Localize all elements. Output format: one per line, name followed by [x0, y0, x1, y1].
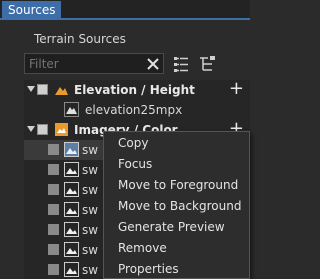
visibility-checkbox[interactable] [37, 124, 48, 135]
menu-item-move-to-foreground[interactable]: Move to Foreground [104, 175, 250, 196]
image-layer-icon [64, 262, 79, 277]
visibility-checkbox[interactable] [37, 84, 48, 95]
item-label: sw [82, 143, 99, 157]
visibility-checkbox[interactable] [48, 244, 59, 255]
item-label: sw [82, 183, 99, 197]
item-label: sw [82, 203, 99, 217]
tab-sources[interactable]: Sources [2, 1, 62, 20]
menu-item-remove[interactable]: Remove [104, 238, 250, 259]
elevation-layer-icon [64, 102, 79, 117]
image-layer-icon [64, 182, 79, 197]
menu-item-generate-preview[interactable]: Generate Preview [104, 217, 250, 238]
tree-group-elevation[interactable]: Elevation / Height + [24, 79, 250, 100]
item-label: sw [82, 223, 99, 237]
expand-arrow-icon[interactable] [27, 126, 35, 132]
group-label: Elevation / Height [74, 83, 195, 97]
image-layer-icon [64, 162, 79, 177]
context-menu: Copy Focus Move to Foreground Move to Ba… [103, 131, 250, 279]
image-layer-icon [64, 222, 79, 237]
filter-input[interactable] [24, 53, 164, 74]
menu-item-properties[interactable]: Properties [104, 259, 250, 279]
visibility-checkbox[interactable] [48, 224, 59, 235]
image-layer-icon [64, 202, 79, 217]
visibility-checkbox[interactable] [48, 204, 59, 215]
image-layer-icon [64, 242, 79, 257]
tab-bar: Sources [0, 0, 250, 20]
filter-row [24, 53, 250, 75]
panel-title: Terrain Sources [34, 32, 126, 46]
item-label: elevation25mpx [85, 103, 183, 117]
visibility-checkbox[interactable] [48, 264, 59, 275]
menu-item-move-to-background[interactable]: Move to Background [104, 196, 250, 217]
tree-item-elevation25mpx[interactable]: elevation25mpx [24, 100, 250, 120]
imagery-folder-icon [55, 123, 68, 136]
visibility-checkbox[interactable] [48, 164, 59, 175]
clear-filter-icon[interactable] [145, 56, 161, 72]
tree-expand-icon[interactable] [172, 55, 190, 73]
expand-arrow-icon[interactable] [27, 86, 35, 92]
visibility-checkbox[interactable] [48, 144, 59, 155]
visibility-checkbox[interactable] [48, 184, 59, 195]
image-layer-icon [64, 142, 79, 157]
menu-item-focus[interactable]: Focus [104, 154, 250, 175]
item-label: sw [82, 163, 99, 177]
add-elevation-button[interactable]: + [229, 79, 244, 99]
tree-collapse-icon[interactable] [198, 55, 216, 73]
elevation-folder-icon [55, 87, 68, 95]
menu-item-copy[interactable]: Copy [104, 133, 250, 154]
item-label: sw [82, 243, 99, 257]
item-label: sw [82, 263, 99, 277]
